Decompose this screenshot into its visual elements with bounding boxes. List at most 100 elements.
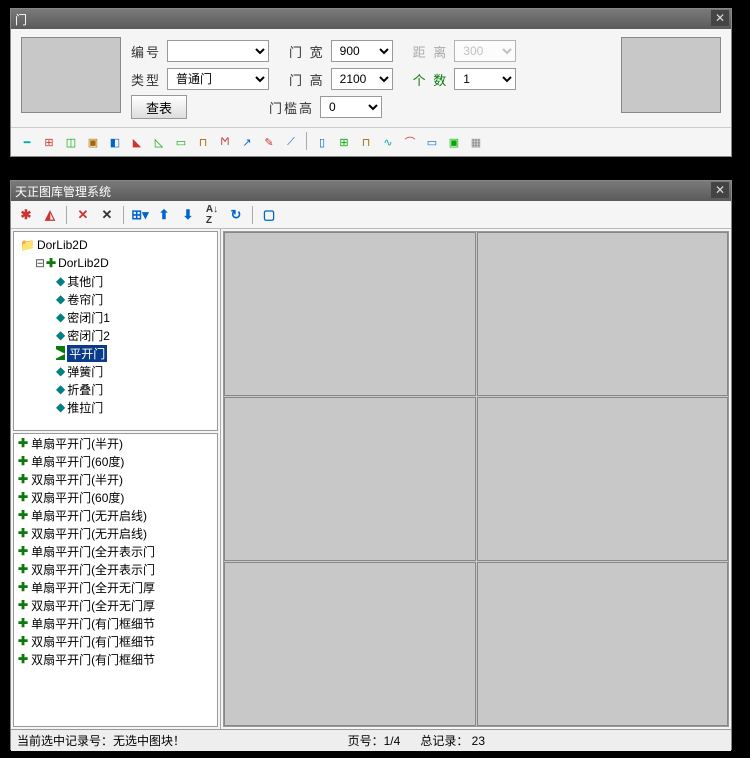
- thumb-cell[interactable]: [224, 562, 476, 726]
- category-tree[interactable]: 📁DorLib2D ⊟✚DorLib2D ◆其他门 ◆卷帘门 ◆密闭门1 ◆密闭…: [13, 231, 218, 431]
- tree-item-selected[interactable]: ▶平开门: [16, 344, 215, 362]
- panel1-icon-toolbar: ━ ⊞ ◫ ▣ ◧ ◣ ◺ ▭ ⊓ Ϻ ↗ ✎ ⟋ ▯ ⊞ ⊓ ∿ ⌒ ▭ ▣ …: [11, 127, 731, 156]
- separator-icon: [306, 132, 307, 150]
- preview-left: [21, 37, 121, 113]
- tb-icon-1[interactable]: ✱: [15, 204, 37, 226]
- tool-icon-6[interactable]: ◣: [127, 132, 147, 152]
- panel1-close-icon[interactable]: ✕: [711, 10, 729, 26]
- tree-item[interactable]: ◆推拉门: [16, 398, 215, 416]
- height-combo[interactable]: 2100: [331, 68, 393, 90]
- tb-delete-icon[interactable]: ✕: [72, 204, 94, 226]
- panel2-titlebar[interactable]: 天正图库管理系统 ✕: [11, 181, 731, 201]
- list-item[interactable]: ✚双扇平开门(有门框细节: [14, 632, 217, 650]
- tree-item[interactable]: ◆密闭门1: [16, 308, 215, 326]
- label-type: 类型: [131, 70, 161, 89]
- tool-icon-16[interactable]: ⊓: [356, 132, 376, 152]
- tool-icon-4[interactable]: ▣: [83, 132, 103, 152]
- label-count: 个 数: [413, 70, 449, 89]
- tree-item[interactable]: ◆折叠门: [16, 380, 215, 398]
- list-item[interactable]: ✚双扇平开门(60度): [14, 488, 217, 506]
- tool-icon-20[interactable]: ▣: [444, 132, 464, 152]
- tree-item[interactable]: ◆其他门: [16, 272, 215, 290]
- tool-icon-13[interactable]: ⟋: [281, 132, 301, 152]
- label-height: 门 高: [289, 70, 325, 89]
- label-id: 编号: [131, 42, 161, 61]
- tool-icon-5[interactable]: ◧: [105, 132, 125, 152]
- tb-refresh-icon[interactable]: ↻: [225, 204, 247, 226]
- tb-icon-2[interactable]: ◭: [39, 204, 61, 226]
- list-item[interactable]: ✚单扇平开门(半开): [14, 434, 217, 452]
- thumb-cell[interactable]: [477, 232, 729, 396]
- threshold-combo[interactable]: 0: [320, 96, 382, 118]
- tool-icon-1[interactable]: ━: [17, 132, 37, 152]
- item-list[interactable]: ✚单扇平开门(半开)✚单扇平开门(60度)✚双扇平开门(半开)✚双扇平开门(60…: [13, 433, 218, 727]
- tb-up-icon[interactable]: ⬆: [153, 204, 175, 226]
- library-panel: 天正图库管理系统 ✕ ✱ ◭ ✕ ✕ ⊞▾ ⬆ ⬇ A↓Z ↻ ▢ 📁DorLi…: [10, 180, 732, 750]
- list-item[interactable]: ✚单扇平开门(无开启线): [14, 506, 217, 524]
- tb-view-icon[interactable]: ⊞▾: [129, 204, 151, 226]
- status-bar: 当前选中记录号：无选中图块！ 页号：1/4 总记录： 23: [11, 729, 731, 751]
- label-threshold: 门槛高: [269, 98, 314, 117]
- tool-icon-8[interactable]: ▭: [171, 132, 191, 152]
- tool-icon-18[interactable]: ⌒: [400, 132, 420, 152]
- tool-icon-11[interactable]: ↗: [237, 132, 257, 152]
- tree-sub[interactable]: ⊟✚DorLib2D: [16, 254, 215, 272]
- list-item[interactable]: ✚双扇平开门(无开启线): [14, 524, 217, 542]
- thumb-cell[interactable]: [224, 232, 476, 396]
- list-item[interactable]: ✚单扇平开门(有门框细节: [14, 614, 217, 632]
- id-combo[interactable]: [167, 40, 269, 62]
- status-total: 总记录： 23: [420, 732, 485, 749]
- tree-item[interactable]: ◆卷帘门: [16, 290, 215, 308]
- panel1-title: 门: [15, 11, 27, 28]
- tool-icon-21[interactable]: ▦: [466, 132, 486, 152]
- list-item[interactable]: ✚单扇平开门(60度): [14, 452, 217, 470]
- thumb-cell[interactable]: [224, 397, 476, 561]
- tool-icon-14[interactable]: ▯: [312, 132, 332, 152]
- status-selection: 当前选中记录号：无选中图块！: [17, 732, 185, 749]
- list-item[interactable]: ✚单扇平开门(全开表示门: [14, 542, 217, 560]
- separator-icon: [123, 206, 124, 224]
- thumb-cell[interactable]: [477, 397, 729, 561]
- count-combo[interactable]: 1: [454, 68, 516, 90]
- tb-down-icon[interactable]: ⬇: [177, 204, 199, 226]
- label-width: 门 宽: [289, 42, 325, 61]
- tree-item[interactable]: ◆弹簧门: [16, 362, 215, 380]
- status-page: 页号：1/4: [348, 732, 401, 749]
- tree-root[interactable]: 📁DorLib2D: [16, 236, 215, 254]
- tool-icon-10[interactable]: Ϻ: [215, 132, 235, 152]
- panel2-toolbar: ✱ ◭ ✕ ✕ ⊞▾ ⬆ ⬇ A↓Z ↻ ▢: [11, 201, 731, 229]
- label-distance: 距 离: [413, 42, 449, 61]
- panel2-title: 天正图库管理系统: [15, 183, 111, 200]
- thumb-cell[interactable]: [477, 562, 729, 726]
- tb-info-icon[interactable]: ▢: [258, 204, 280, 226]
- panel2-body: 📁DorLib2D ⊟✚DorLib2D ◆其他门 ◆卷帘门 ◆密闭门1 ◆密闭…: [11, 229, 731, 729]
- type-combo[interactable]: 普通门: [167, 68, 269, 90]
- list-item[interactable]: ✚双扇平开门(有门框细节: [14, 650, 217, 668]
- tool-icon-15[interactable]: ⊞: [334, 132, 354, 152]
- list-item[interactable]: ✚双扇平开门(全开无门厚: [14, 596, 217, 614]
- width-combo[interactable]: 900: [331, 40, 393, 62]
- tool-icon-9[interactable]: ⊓: [193, 132, 213, 152]
- tool-icon-2[interactable]: ⊞: [39, 132, 59, 152]
- door-properties-panel: 门 ✕ 编号 门 宽 900 距 离 300 类型 普通门: [10, 8, 732, 157]
- tool-icon-12[interactable]: ✎: [259, 132, 279, 152]
- left-pane: 📁DorLib2D ⊟✚DorLib2D ◆其他门 ◆卷帘门 ◆密闭门1 ◆密闭…: [11, 229, 221, 729]
- tool-icon-7[interactable]: ◺: [149, 132, 169, 152]
- tool-icon-17[interactable]: ∿: [378, 132, 398, 152]
- tree-item[interactable]: ◆密闭门2: [16, 326, 215, 344]
- thumbnail-grid[interactable]: [223, 231, 729, 727]
- distance-combo: 300: [454, 40, 516, 62]
- tool-icon-3[interactable]: ◫: [61, 132, 81, 152]
- list-item[interactable]: ✚单扇平开门(全开无门厚: [14, 578, 217, 596]
- separator-icon: [252, 206, 253, 224]
- tb-sort-icon[interactable]: A↓Z: [201, 204, 223, 226]
- list-item[interactable]: ✚双扇平开门(半开): [14, 470, 217, 488]
- list-item[interactable]: ✚双扇平开门(全开表示门: [14, 560, 217, 578]
- tool-icon-19[interactable]: ▭: [422, 132, 442, 152]
- preview-right: [621, 37, 721, 113]
- tb-delete2-icon[interactable]: ✕: [96, 204, 118, 226]
- lookup-button[interactable]: 查表: [131, 95, 187, 119]
- panel2-close-icon[interactable]: ✕: [711, 182, 729, 198]
- panel1-body: 编号 门 宽 900 距 离 300 类型 普通门 门 高 2100 个: [11, 29, 731, 127]
- panel1-titlebar[interactable]: 门 ✕: [11, 9, 731, 29]
